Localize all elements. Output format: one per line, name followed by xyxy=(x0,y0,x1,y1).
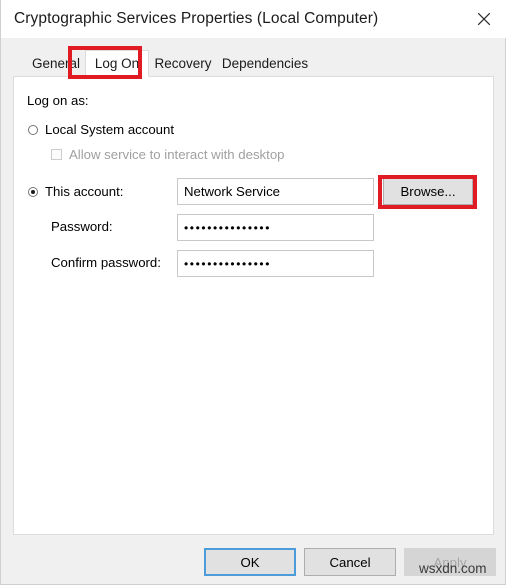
ok-button[interactable]: OK xyxy=(204,548,296,576)
account-name-input[interactable] xyxy=(177,178,374,205)
password-input[interactable] xyxy=(177,214,374,241)
radio-mark-local-system xyxy=(28,124,38,135)
title-bar: Cryptographic Services Properties (Local… xyxy=(1,0,506,38)
log-on-panel: Log on as: Local System account Allow se… xyxy=(13,76,494,535)
radio-local-system-account[interactable]: Local System account xyxy=(28,122,174,137)
radio-this-account[interactable]: This account: xyxy=(28,184,123,199)
browse-button[interactable]: Browse... xyxy=(383,178,473,205)
properties-dialog: Cryptographic Services Properties (Local… xyxy=(0,0,506,585)
window-title: Cryptographic Services Properties (Local… xyxy=(14,10,379,27)
radio-mark-this-account xyxy=(28,186,38,197)
confirm-password-input[interactable] xyxy=(177,250,374,277)
checkbox-mark-allow-interact xyxy=(51,149,62,160)
watermark-text: wsxdn.com xyxy=(419,561,487,576)
log-on-as-label: Log on as: xyxy=(27,93,89,108)
password-label: Password: xyxy=(51,219,113,234)
close-icon[interactable] xyxy=(461,0,506,38)
radio-label-local-system: Local System account xyxy=(45,122,175,137)
confirm-password-label: Confirm password: xyxy=(51,255,161,270)
radio-label-this-account: This account: xyxy=(45,184,124,199)
tab-recovery[interactable]: Recovery xyxy=(149,50,217,77)
tab-strip: General Log On Recovery Dependencies xyxy=(13,50,494,78)
checkbox-allow-interact-desktop[interactable]: Allow service to interact with desktop xyxy=(51,147,285,162)
tab-log-on[interactable]: Log On xyxy=(85,50,149,77)
cancel-button[interactable]: Cancel xyxy=(304,548,396,576)
checkbox-label-allow-interact: Allow service to interact with desktop xyxy=(69,147,285,162)
tab-dependencies[interactable]: Dependencies xyxy=(217,50,313,77)
tab-general[interactable]: General xyxy=(27,50,85,77)
